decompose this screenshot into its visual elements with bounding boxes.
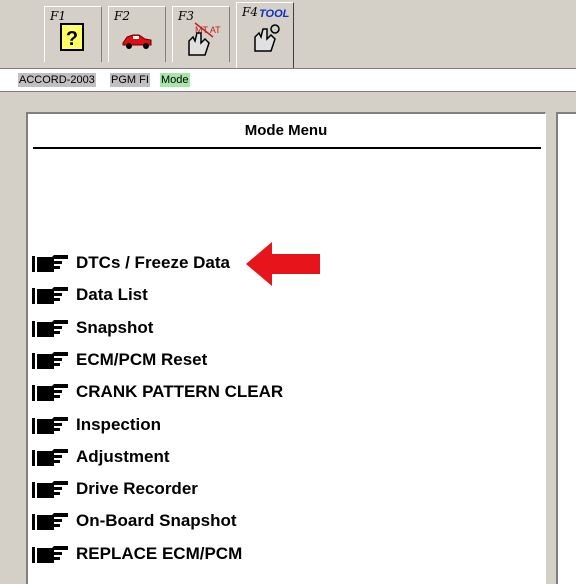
tool-hand-icon	[254, 24, 280, 52]
menu-item-label: DTCs / Freeze Data	[76, 253, 230, 272]
menu-item-label: Adjustment	[76, 446, 170, 466]
model-label: ACCORD-2003	[18, 73, 96, 87]
tab-f2-vehicle[interactable]: F2	[108, 6, 166, 62]
menu-item-label: CRANK PATTERN CLEAR	[76, 382, 284, 402]
mode-label: Mode	[160, 73, 190, 87]
menu-item[interactable]: ECM/PCM Reset	[32, 349, 512, 373]
pointing-hand-icon	[32, 513, 68, 531]
toolbar: F1 ? F2 F3 MT AT F4 TOOL	[0, 0, 576, 68]
status-bar: ACCORD-2003 PGM FI Mode	[0, 68, 576, 92]
pointing-hand-icon	[32, 319, 68, 337]
pointing-hand-icon	[32, 287, 68, 305]
pointing-hand-icon	[32, 416, 68, 434]
pointing-hand-icon	[32, 481, 68, 499]
pointing-hand-icon	[32, 448, 68, 466]
svg-text:?: ?	[66, 28, 78, 50]
menu-item-label: ECM/PCM Reset	[76, 349, 208, 369]
menu-item[interactable]: Inspection	[32, 414, 512, 438]
tab-f3-mt-at[interactable]: F3 MT AT	[172, 6, 230, 62]
menu-item[interactable]: On-Board Snapshot	[32, 510, 512, 534]
menu-item[interactable]: Drive Recorder	[32, 478, 512, 502]
menu-item[interactable]: Snapshot	[32, 317, 512, 341]
car-icon	[122, 34, 152, 49]
secondary-panel	[556, 112, 576, 584]
menu-item-label: Drive Recorder	[76, 479, 198, 499]
pointing-hand-icon	[32, 351, 68, 369]
transmission-hand-icon: MT AT	[188, 22, 221, 56]
panel-title: Mode Menu	[244, 122, 328, 139]
tab-f4-tool[interactable]: F4 TOOL	[236, 2, 294, 68]
menu-item-label: Data List	[76, 285, 148, 305]
menu-item[interactable]: Adjustment	[32, 446, 512, 470]
menu-item-label: Snapshot	[76, 317, 154, 337]
help-icon: ?	[60, 23, 84, 51]
menu-item-label: On-Board Snapshot	[76, 511, 237, 531]
system-label: PGM FI	[110, 73, 150, 87]
pointing-hand-icon	[32, 255, 68, 272]
menu-item[interactable]: CRANK PATTERN CLEAR	[32, 381, 512, 405]
pointing-hand-icon	[32, 384, 68, 402]
tab-f1-help[interactable]: F1 ?	[44, 6, 102, 62]
menu-item[interactable]: REPLACE ECM/PCM	[32, 543, 512, 567]
pointing-hand-icon	[32, 545, 68, 563]
menu-item-label: REPLACE ECM/PCM	[76, 543, 243, 563]
red-arrow-pointer	[246, 242, 320, 286]
title-divider	[33, 147, 541, 149]
menu-item-label: Inspection	[76, 414, 162, 434]
